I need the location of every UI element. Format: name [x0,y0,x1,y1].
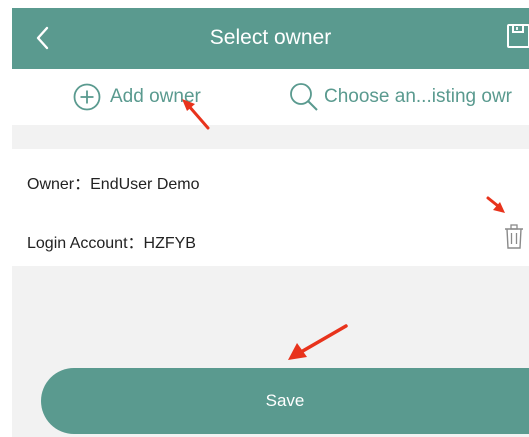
select-owner-screen: Select owner Add owner Choose an...istin… [12,8,529,437]
add-owner-label: Add owner [110,86,201,107]
save-icon [507,24,529,48]
trash-icon [505,224,523,249]
delete-owner-button[interactable] [501,223,527,251]
page-title: Select owner [209,26,332,49]
plus-circle-icon [73,83,101,111]
search-icon [290,83,318,111]
header-save-button[interactable] [506,22,529,50]
owner-card: Owner：EndUser Demo Login Account：HZFYB [12,149,529,266]
login-account: Login Account：HZFYB [27,235,196,252]
header-bar: Select owner [12,8,529,69]
choose-owner-label: Choose an...isting owr [324,86,512,107]
add-owner-button[interactable]: Add owner [72,69,201,125]
owner-actions-bar: Add owner Choose an...isting owr [12,69,529,125]
choose-existing-owner-button[interactable]: Choose an...isting owr [288,69,512,125]
owner-name: Owner：EndUser Demo [27,176,200,193]
save-button[interactable]: Save [41,368,529,434]
